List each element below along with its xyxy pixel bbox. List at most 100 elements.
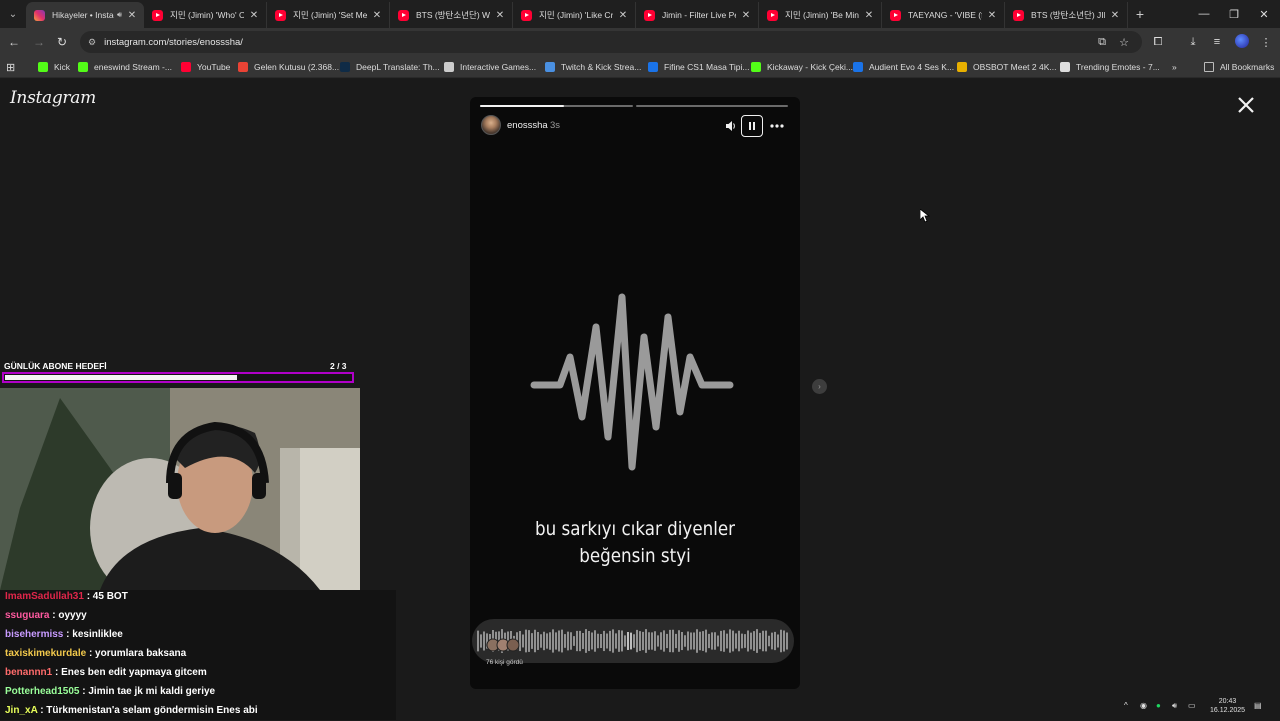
tab-close-icon[interactable]: ✕: [617, 10, 629, 21]
story-username[interactable]: enosssha: [507, 120, 548, 131]
chat-text: : oyyyy: [49, 610, 87, 621]
tab-title: 지민 (Jimin) 'Who' Official MV: [170, 10, 244, 20]
tab[interactable]: 지민 (Jimin) 'Who' Official MV ✕: [144, 2, 267, 28]
bookmark-item[interactable]: DeepL Translate: Th...: [340, 60, 440, 74]
tab-close-icon[interactable]: ✕: [986, 10, 998, 21]
minimize-button[interactable]: —: [1188, 0, 1220, 28]
new-tab-button[interactable]: +: [1128, 6, 1152, 22]
viewer-avatars[interactable]: [486, 637, 526, 653]
bookmark-item[interactable]: Kick: [38, 60, 70, 74]
downloads-icon[interactable]: ⤓: [1185, 34, 1201, 50]
tab-close-icon[interactable]: ✕: [371, 10, 383, 21]
network-icon[interactable]: ▭: [1188, 701, 1196, 710]
media-control-icon[interactable]: ≡: [1209, 34, 1225, 50]
discord-icon[interactable]: ◉: [1140, 701, 1147, 710]
close-window-button[interactable]: ✕: [1248, 0, 1280, 28]
bookmarks-bar: ⊞ Kick eneswind Stream -... YouTube Gelen K…: [0, 56, 1280, 78]
show-hidden-icons-icon[interactable]: ^: [1124, 701, 1128, 710]
tab-close-icon[interactable]: ✕: [740, 10, 752, 21]
bookmark-label: Fifine CS1 Masa Tipi...: [664, 62, 750, 72]
folder-icon: [1204, 62, 1214, 72]
bookmark-item[interactable]: Twitch & Kick Strea...: [545, 60, 641, 74]
tab-close-icon[interactable]: ✕: [1109, 10, 1121, 21]
site-info-icon[interactable]: ⚙: [88, 37, 96, 48]
bookmark-item[interactable]: Kickaway - Kick Çeki...: [751, 60, 853, 74]
tab[interactable]: Hikayeler • Instagram🔊︎ ✕: [26, 2, 144, 28]
tabs: Hikayeler • Instagram🔊︎✕지민 (Jimin) 'Who'…: [26, 0, 1128, 28]
volume-icon[interactable]: [720, 115, 742, 137]
tab[interactable]: TAEYANG - 'VIBE (feat. Jimin)' ✕: [882, 2, 1005, 28]
bookmark-label: DeepL Translate: Th...: [356, 62, 440, 72]
back-button[interactable]: ←: [6, 34, 22, 50]
tab-search-button[interactable]: ⌄: [0, 0, 26, 28]
chat-message: Jin_xA : Türkmenistan'a selam göndermisi…: [5, 705, 258, 721]
tab[interactable]: 지민 (Jimin) 'Like Crazy' ✕: [513, 2, 636, 28]
toolbar: ← → ↻ ⚙ instagram.com/stories/enosssha/ …: [0, 28, 1280, 56]
extensions-icon[interactable]: ⧠: [1150, 34, 1166, 50]
tab[interactable]: Jimin - Filter Live Performance ✕: [636, 2, 759, 28]
bookmark-label: Gelen Kutusu (2.368...: [254, 62, 340, 72]
chat-message: taxiskimekurdale : yorumlara baksana: [5, 648, 186, 664]
clock[interactable]: 20:43 16.12.2025: [1210, 697, 1245, 715]
tab-title: BTS (방탄소년단) JIMIN: [1031, 10, 1105, 20]
bookmark-item[interactable]: YouTube: [181, 60, 230, 74]
bookmark-label: Kickaway - Kick Çeki...: [767, 62, 853, 72]
chat-text: : yorumlara baksana: [86, 648, 187, 659]
story-viewer[interactable]: enosssha 3s bu sarkıyı cıkar diyenler be…: [470, 97, 800, 689]
restore-button[interactable]: ❐: [1218, 0, 1250, 28]
bookmark-favicon-icon: [545, 62, 555, 72]
more-options-icon[interactable]: [766, 115, 788, 137]
address-bar[interactable]: ⚙ instagram.com/stories/enosssha/: [80, 31, 1142, 53]
clock-date: 16.12.2025: [1210, 707, 1246, 714]
bookmark-favicon-icon: [853, 62, 863, 72]
profile-avatar[interactable]: [1235, 34, 1249, 48]
tab[interactable]: BTS (방탄소년단) JIMIN ✕: [1005, 2, 1128, 28]
install-app-icon[interactable]: ⧉: [1094, 34, 1110, 50]
tab-close-icon[interactable]: ✕: [494, 10, 506, 21]
tab-close-icon[interactable]: ✕: [863, 10, 875, 21]
goal-progress-fill: [5, 375, 238, 380]
pause-button[interactable]: [741, 115, 763, 137]
bookmark-item[interactable]: Audient Evo 4 Ses K...: [853, 60, 954, 74]
subscriber-goal-widget: GÜNLÜK ABONE HEDEFİ 2 / 3: [0, 358, 360, 388]
instagram-logo[interactable]: Instagram: [10, 88, 96, 108]
chat-message: benannn1 : Enes ben edit yapmaya gitcem: [5, 667, 207, 683]
bookmark-item[interactable]: eneswind Stream -...: [78, 60, 172, 74]
tab-audio-icon[interactable]: 🔊︎: [117, 10, 122, 20]
youtube-icon: [152, 9, 163, 21]
tab-close-icon[interactable]: ✕: [126, 10, 138, 21]
bookmark-favicon-icon: [340, 62, 350, 72]
chat-username: benannn1: [5, 667, 53, 678]
bookmark-favicon-icon: [957, 62, 967, 72]
instagram-icon: [34, 9, 45, 21]
reload-button[interactable]: ↻: [54, 34, 70, 50]
tab[interactable]: BTS (방탄소년단) Whalien 52 ✕: [390, 2, 513, 28]
more-bookmarks-icon[interactable]: »: [1172, 60, 1177, 74]
spotify-icon[interactable]: ●: [1156, 701, 1161, 710]
close-icon[interactable]: [1234, 93, 1258, 117]
bookmark-item[interactable]: Fifine CS1 Masa Tipi...: [648, 60, 750, 74]
story-avatar[interactable]: [481, 115, 501, 135]
youtube-icon: [767, 9, 778, 21]
notifications-icon[interactable]: ▤: [1254, 701, 1262, 710]
bookmark-item[interactable]: OBSBOT Meet 2 4K...: [957, 60, 1056, 74]
tab-close-icon[interactable]: ✕: [248, 10, 260, 21]
tab[interactable]: 지민 (Jimin) 'Set Me Free Pt.2' ✕: [267, 2, 390, 28]
forward-button[interactable]: →: [31, 34, 47, 50]
tab-title: Jimin - Filter Live Performance: [662, 10, 736, 20]
chat-message: bisehermiss : kesinliklee: [5, 629, 123, 645]
all-bookmarks[interactable]: All Bookmarks: [1204, 60, 1274, 74]
speaker-icon[interactable]: 🔊︎: [1172, 701, 1177, 711]
tab-title: 지민 (Jimin) 'Be Mine': [785, 10, 859, 20]
bookmark-item[interactable]: Trending Emotes - 7...: [1060, 60, 1160, 74]
bookmark-item[interactable]: Gelen Kutusu (2.368...: [238, 60, 339, 74]
bookmark-item[interactable]: Interactive Games...: [444, 60, 536, 74]
chat-text: : Jimin tae jk mi kaldi geriye: [79, 686, 216, 697]
apps-icon[interactable]: ⊞: [6, 60, 15, 74]
menu-icon[interactable]: ⋮: [1258, 34, 1274, 50]
youtube-icon: [521, 9, 532, 21]
viewers-count[interactable]: 76 kişi gördü: [486, 659, 523, 666]
next-story-arrow-icon[interactable]: ›: [812, 379, 827, 394]
bookmark-star-icon[interactable]: ☆: [1116, 34, 1132, 50]
tab[interactable]: 지민 (Jimin) 'Be Mine' ✕: [759, 2, 882, 28]
